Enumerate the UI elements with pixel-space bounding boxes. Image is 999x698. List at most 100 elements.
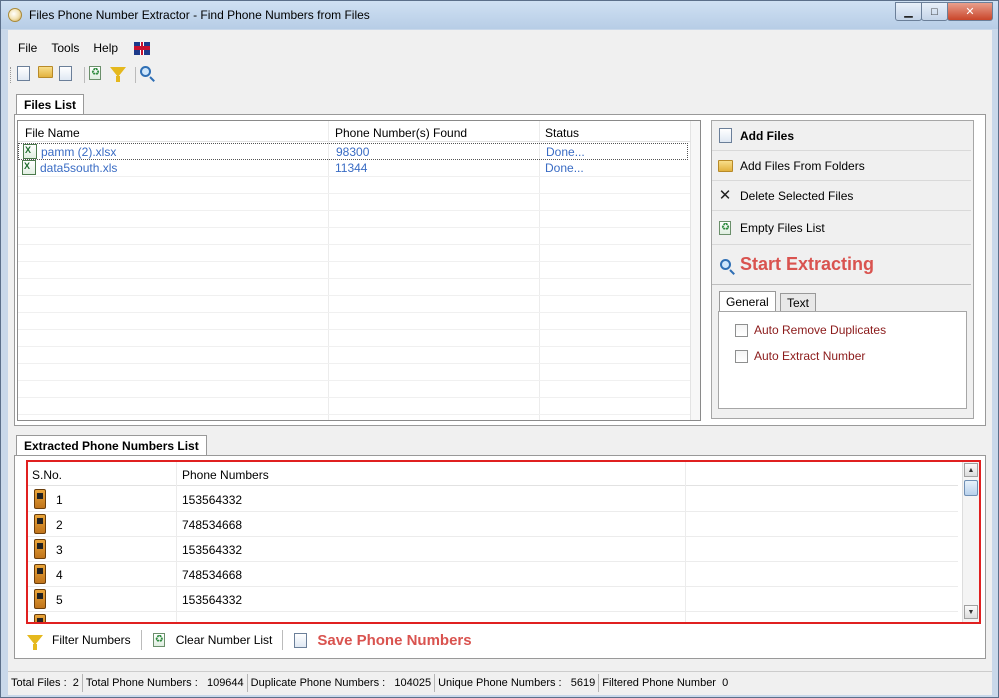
clear-number-list-label: Clear Number List [175, 633, 273, 647]
sno-cell: 5 [56, 593, 63, 607]
file-row[interactable]: pamm (2).xlsx 98300 Done... [18, 143, 688, 160]
recycle-icon [716, 219, 734, 237]
add-files-button[interactable]: Add Files [712, 121, 971, 151]
auto-extract-number-option[interactable]: Auto Extract Number [735, 349, 865, 363]
table-row[interactable]: 5 153564332 [28, 587, 958, 612]
col-sno[interactable]: S.No. [32, 468, 62, 482]
start-extracting-label: Start Extracting [740, 254, 875, 274]
extracted-toolbar: Filter Numbers Clear Number List Save Ph… [26, 628, 482, 652]
col-file-name[interactable]: File Name [25, 126, 80, 140]
col-phone-found[interactable]: Phone Number(s) Found [335, 126, 467, 140]
filter-numbers-button[interactable]: Filter Numbers [26, 631, 131, 650]
close-button[interactable]: ✕ [947, 2, 993, 21]
files-grid-header: File Name Phone Number(s) Found Status [18, 121, 700, 142]
filter-numbers-label: Filter Numbers [52, 633, 131, 647]
total-phone-value: 109644 [206, 676, 244, 689]
actions-panel: Add Files Add Files From Folders ✕ Delet… [711, 120, 974, 419]
delete-selected-label: Delete Selected Files [740, 188, 854, 203]
main-toolbar [10, 64, 161, 86]
table-row[interactable]: 4 748534668 [28, 562, 958, 587]
add-folders-label: Add Files From Folders [740, 158, 865, 173]
phone-cell: 153564332 [182, 543, 243, 557]
scroll-up-button[interactable]: ▲ [964, 463, 978, 477]
row-divider [18, 380, 700, 381]
status-cell: Done... [545, 161, 584, 175]
status-total-phone: Total Phone Numbers : 109644 [83, 673, 248, 692]
phone-icon [34, 539, 46, 559]
total-files-value: 2 [72, 676, 79, 689]
uk-flag-icon[interactable] [134, 41, 151, 55]
extracted-grid[interactable]: S.No. Phone Numbers 1 153564332 2 748534… [26, 460, 981, 624]
save-phone-numbers-button[interactable]: Save Phone Numbers [291, 631, 472, 649]
clear-number-list-button[interactable]: Clear Number List [150, 631, 273, 649]
menu-help[interactable]: Help [93, 41, 118, 55]
tab-text[interactable]: Text [780, 293, 817, 311]
auto-remove-checkbox[interactable] [735, 323, 748, 337]
start-extracting-button[interactable]: Start Extracting [712, 245, 971, 285]
phone-icon [34, 589, 46, 609]
add-files-icon[interactable] [17, 66, 35, 84]
phone-found-cell: 98300 [336, 145, 370, 159]
row-divider [18, 278, 700, 279]
search-icon[interactable] [140, 66, 158, 84]
status-filtered: Filtered Phone Number 0 [599, 674, 731, 692]
folder-icon [716, 157, 734, 175]
empty-files-list-button[interactable]: Empty Files List [712, 211, 971, 245]
auto-extract-checkbox[interactable] [735, 349, 748, 363]
add-files-from-folders-button[interactable]: Add Files From Folders [712, 151, 971, 181]
toolbar-grip[interactable] [10, 67, 13, 83]
phone-cell: 748534668 [182, 518, 243, 532]
filtered-label: Filtered Phone Number [602, 676, 716, 689]
file-row[interactable]: data5south.xls 11344 Done... [18, 160, 700, 177]
col-status[interactable]: Status [545, 126, 579, 140]
table-row-partial[interactable] [28, 612, 958, 622]
row-divider [18, 414, 700, 415]
delete-selected-files-button[interactable]: ✕ Delete Selected Files [712, 181, 971, 211]
search-icon [716, 256, 734, 274]
row-divider [18, 312, 700, 313]
menu-file[interactable]: File [18, 41, 37, 55]
add-files-icon [716, 127, 734, 145]
filter-icon[interactable] [110, 66, 128, 84]
row-divider [18, 397, 700, 398]
sno-cell: 3 [56, 543, 63, 557]
phone-cell: 153564332 [182, 493, 243, 507]
clear-list-icon[interactable] [89, 66, 107, 84]
total-files-label: Total Files : [11, 676, 67, 689]
minimize-button[interactable]: ▁ [895, 2, 922, 21]
tab-files-list[interactable]: Files List [16, 94, 85, 114]
filter-icon [26, 631, 44, 650]
auto-remove-duplicates-option[interactable]: Auto Remove Duplicates [735, 323, 886, 337]
col-phone-numbers[interactable]: Phone Numbers [182, 468, 269, 482]
menu-tools[interactable]: Tools [51, 41, 79, 55]
delete-x-icon: ✕ [718, 187, 732, 204]
files-grid[interactable]: File Name Phone Number(s) Found Status X… [17, 120, 701, 421]
row-divider [18, 261, 700, 262]
tab-extracted-list[interactable]: Extracted Phone Numbers List [16, 435, 207, 455]
status-bar: Total Files : 2 Total Phone Numbers : 10… [8, 671, 992, 693]
options-box: Auto Remove Duplicates Auto Extract Numb… [718, 311, 967, 409]
phone-icon [34, 514, 46, 534]
table-row[interactable]: 1 153564332 [28, 487, 958, 512]
excel-file-icon [22, 160, 36, 175]
row-divider [18, 295, 700, 296]
scroll-thumb[interactable] [964, 480, 978, 496]
save-phone-numbers-label: Save Phone Numbers [317, 631, 472, 649]
phone-found-cell: 11344 [335, 161, 368, 175]
table-row[interactable]: 2 748534668 [28, 512, 958, 537]
unique-label: Unique Phone Numbers : [438, 676, 562, 689]
auto-remove-label: Auto Remove Duplicates [754, 323, 887, 337]
files-grid-scrollbar[interactable] [690, 121, 700, 420]
export-icon[interactable] [59, 66, 77, 84]
title-bar[interactable]: Files Phone Number Extractor - Find Phon… [1, 1, 998, 29]
sno-cell: 1 [56, 493, 63, 507]
extracted-grid-scrollbar[interactable]: ▲ ▼ [962, 462, 979, 622]
maximize-button[interactable]: □ [921, 2, 948, 21]
scroll-down-button[interactable]: ▼ [964, 605, 978, 619]
phone-icon [34, 614, 46, 622]
table-row[interactable]: 3 153564332 [28, 537, 958, 562]
row-divider [18, 346, 700, 347]
add-folder-icon[interactable] [38, 66, 56, 84]
row-divider [18, 363, 700, 364]
tab-general[interactable]: General [719, 291, 776, 311]
